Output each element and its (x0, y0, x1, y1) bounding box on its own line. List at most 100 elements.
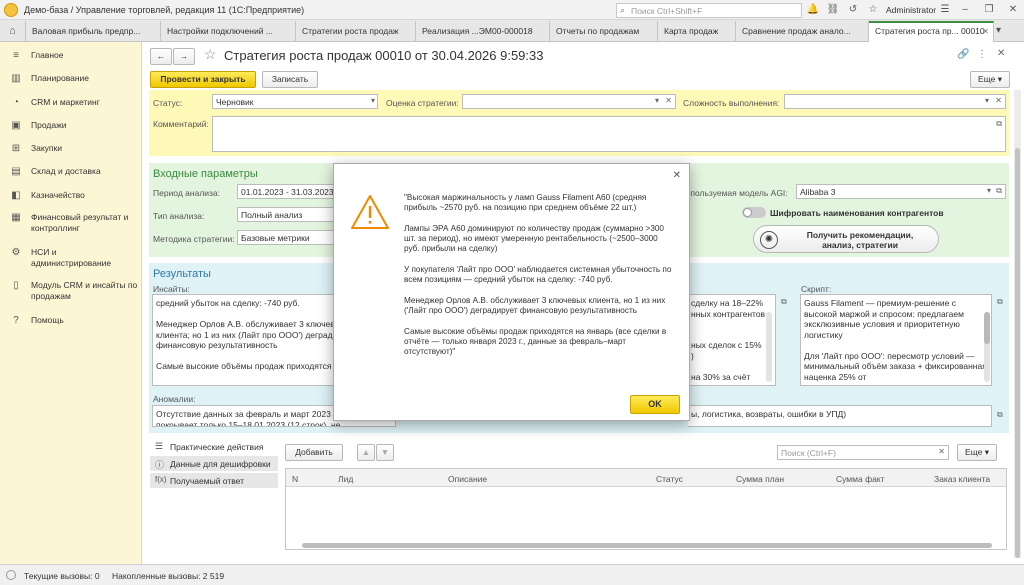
sidebar-item-label: Главное (31, 50, 64, 60)
open-icon[interactable]: ⧉ (781, 297, 787, 307)
column-description[interactable]: Описание (448, 474, 487, 484)
input-params-header: Входные параметры (153, 168, 258, 180)
tab-sales-map[interactable]: Карта продаж (658, 21, 736, 42)
tab-connection-settings[interactable]: Настройки подключений ... (161, 21, 296, 42)
column-n[interactable]: N (292, 474, 298, 484)
actions-table: N Лид Описание Статус Сумма план Сумма ф… (285, 468, 1007, 550)
ok-button[interactable]: OK (630, 395, 680, 414)
favorite-star-icon[interactable]: ☆ (204, 46, 217, 63)
tab-growth-strategies[interactable]: Стратегии роста продаж (296, 21, 416, 42)
tab-sale-document[interactable]: Реализация ...ЭМ00-000018 (416, 21, 550, 42)
sidebar-item-sales[interactable]: ▣ Продажи (0, 120, 142, 131)
history-icon[interactable]: ↺ (846, 3, 860, 17)
panel-item-decryption-data[interactable]: ⓘ Данные для дешифровки (150, 456, 278, 471)
column-status[interactable]: Статус (656, 474, 683, 484)
page-scrollbar[interactable] (1014, 90, 1021, 558)
sidebar-item-label: Финансовый результат и контроллинг (31, 212, 129, 233)
page-scrollbar-thumb[interactable] (1015, 148, 1020, 558)
star-icon[interactable]: ☆ (866, 3, 880, 17)
sidebar-item-label: Склад и доставка (31, 166, 101, 176)
status-field[interactable]: Черновик ▾ (212, 94, 378, 109)
sidebar-item-label: Помощь (31, 315, 64, 325)
horizontal-scrollbar[interactable] (302, 543, 992, 548)
add-button[interactable]: Добавить (285, 444, 343, 461)
column-amount-fact[interactable]: Сумма факт (836, 474, 885, 484)
tab-sales-comparison[interactable]: Сравнение продаж анало... (736, 21, 869, 42)
dropdown-icon[interactable]: ▾ (987, 186, 991, 195)
maximize-icon[interactable]: ❐ (982, 3, 996, 17)
column-amount-plan[interactable]: Сумма план (736, 474, 784, 484)
sidebar-item-purchases[interactable]: ⊞ Закупки (0, 143, 142, 154)
close-tab-icon[interactable]: ✕ (982, 27, 989, 36)
encrypt-toggle[interactable] (742, 207, 766, 218)
clear-icon[interactable]: ✕ (995, 96, 1002, 105)
chart-icon: ▥ (11, 73, 21, 84)
anomalies-label: Аномалии: (153, 394, 196, 404)
clear-icon[interactable]: ✕ (938, 447, 945, 456)
sidebar-item-planning[interactable]: ▥ Планирование (0, 73, 142, 84)
open-icon[interactable]: ⧉ (996, 119, 1002, 129)
save-button[interactable]: Записать (262, 71, 318, 88)
sidebar-item-help[interactable]: ? Помощь (0, 315, 142, 326)
clear-icon[interactable]: ✕ (665, 96, 672, 105)
panel-item-received-answer[interactable]: f(x) Получаемый ответ (150, 473, 278, 488)
dropdown-icon[interactable]: ▾ (985, 96, 989, 105)
complexity-field[interactable]: ▾ ✕ (784, 94, 1006, 109)
home-icon[interactable]: ⌂ (0, 21, 26, 42)
more-options-icon[interactable]: ⋮ (977, 49, 987, 60)
move-down-button[interactable]: ▼ (376, 444, 394, 461)
scrollbar[interactable] (984, 312, 990, 382)
dropdown-icon[interactable]: ▾ (655, 96, 659, 105)
tab-strategy-00010[interactable]: Стратегия роста пр... 00010 ✕ (869, 21, 994, 42)
global-search-input[interactable]: ⌕ Поиск Ctrl+Shift+F (616, 3, 802, 18)
move-up-button[interactable]: ▲ (357, 444, 375, 461)
open-icon[interactable]: ⧉ (997, 410, 1003, 420)
sidebar-item-warehouse[interactable]: ▤ Склад и доставка (0, 166, 142, 177)
comment-field[interactable]: ⧉ (212, 116, 1006, 152)
tab-sales-reports[interactable]: Отчеты по продажам (550, 21, 658, 42)
post-and-close-button[interactable]: Провести и закрыть (150, 71, 256, 88)
column-lead[interactable]: Лид (338, 474, 353, 484)
user-name[interactable]: Administrator (886, 5, 936, 15)
strategy-text-partial[interactable]: сделку на 18–22% нных контрагентов ных с… (688, 294, 776, 386)
minimize-icon[interactable]: – (958, 3, 972, 17)
column-client-order[interactable]: Заказ клиента (934, 474, 990, 484)
close-form-icon[interactable]: ✕ (997, 48, 1005, 59)
scrollbar-thumb[interactable] (984, 312, 990, 344)
close-window-icon[interactable]: ✕ (1006, 3, 1020, 17)
forward-button[interactable]: → (173, 48, 195, 65)
panel-item-practical-actions[interactable]: ☰ Практические действия (150, 439, 278, 454)
sidebar-item-main[interactable]: ≡ Главное (0, 50, 142, 61)
table-more-button[interactable]: Еще ▾ (957, 444, 997, 461)
menu-icon[interactable]: ☰ (938, 3, 952, 17)
sidebar-item-crm-module[interactable]: ▯ Модуль CRM и инсайты по продажам (0, 280, 138, 302)
rating-field[interactable]: ▾ ✕ (462, 94, 676, 109)
tabs-dropdown-icon[interactable]: ▾ (996, 25, 1001, 36)
app-logo-icon (4, 3, 18, 17)
dropdown-icon[interactable]: ▾ (371, 96, 375, 105)
model-field[interactable]: Alibaba 3 ▾ ⧉ (796, 184, 1006, 199)
sidebar-item-finance[interactable]: ▦ Финансовый результат и контроллинг (0, 212, 138, 234)
complexity-label: Сложность выполнения: (683, 98, 780, 108)
anomalies-right-text[interactable]: ы, логистика, возвраты, ошибки в УПД) (688, 405, 992, 427)
sidebar-item-crm[interactable]: ◔ CRM и маркетинг (0, 97, 142, 108)
bell-icon[interactable]: 🔔 (806, 3, 820, 17)
link-icon[interactable]: ⛓ (826, 3, 840, 17)
get-recommendations-button[interactable]: ✺ Получить рекомендации, анализ, стратег… (753, 225, 939, 253)
scrollbar[interactable] (766, 312, 772, 382)
link-icon[interactable]: 🔗 (957, 49, 969, 60)
script-text[interactable]: Gauss Filament — премиум-решение с высок… (800, 294, 992, 386)
method-field[interactable]: Базовые метрики (237, 230, 337, 245)
close-dialog-icon[interactable]: ✕ (673, 170, 681, 181)
open-icon[interactable]: ⧉ (997, 297, 1003, 307)
sidebar-item-admin[interactable]: ⚙ НСИ и администрирование (0, 247, 130, 269)
back-button[interactable]: ← (150, 48, 172, 65)
analysis-type-field[interactable]: Полный анализ (237, 207, 337, 222)
open-icon[interactable]: ⧉ (996, 186, 1002, 196)
more-button[interactable]: Еще ▾ (970, 71, 1010, 88)
table-search-input[interactable]: Поиск (Ctrl+F) ✕ (777, 445, 949, 460)
sidebar-item-treasury[interactable]: ◧ Казначейство (0, 190, 142, 201)
tab-gross-profit[interactable]: Валовая прибыль предпр... (26, 21, 161, 42)
period-field[interactable]: 01.01.2023 - 31.03.2023 (237, 184, 337, 199)
panel-item-label: Получаемый ответ (170, 476, 244, 486)
